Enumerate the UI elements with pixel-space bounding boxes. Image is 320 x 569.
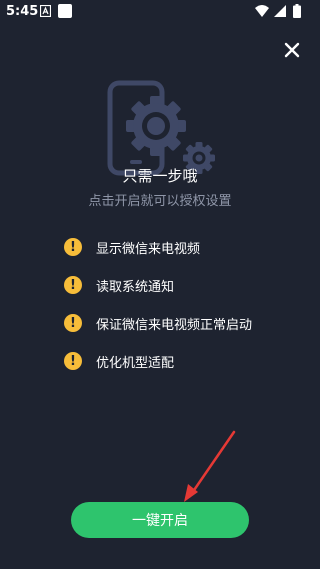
permission-guide-screen: 5:45 只需一步哦 点击开启就可以授权设置 ! 显示微信来电视频 ! 读取系统… [0, 0, 320, 569]
permission-item: ! 读取系统通知 [64, 274, 174, 296]
battery-icon [293, 4, 301, 18]
signal-icon [274, 5, 286, 17]
warning-icon: ! [64, 314, 82, 332]
permission-label: 保证微信来电视频正常启动 [96, 317, 253, 333]
pointer-arrow-icon [184, 430, 236, 502]
permission-label: 读取系统通知 [96, 279, 175, 295]
status-time: 5:45 [6, 4, 39, 19]
warning-icon: ! [64, 238, 82, 256]
notification-a-icon [40, 5, 51, 17]
status-bar: 5:45 [0, 0, 320, 24]
phone-gear-icon [107, 80, 215, 176]
permission-item: ! 保证微信来电视频正常启动 [64, 312, 252, 334]
permission-label: 优化机型适配 [96, 355, 175, 371]
permission-item: ! 优化机型适配 [64, 350, 174, 372]
notification-square-icon [58, 4, 72, 18]
close-button[interactable] [281, 39, 303, 61]
page-title: 只需一步哦 [122, 167, 198, 185]
wifi-icon [255, 5, 269, 17]
permission-label: 显示微信来电视频 [96, 241, 201, 257]
warning-icon: ! [64, 276, 82, 294]
one-tap-enable-button[interactable]: 一键开启 [71, 502, 249, 538]
permission-item: ! 显示微信来电视频 [64, 236, 200, 258]
warning-icon: ! [64, 352, 82, 370]
page-subtitle: 点击开启就可以授权设置 [88, 194, 232, 209]
